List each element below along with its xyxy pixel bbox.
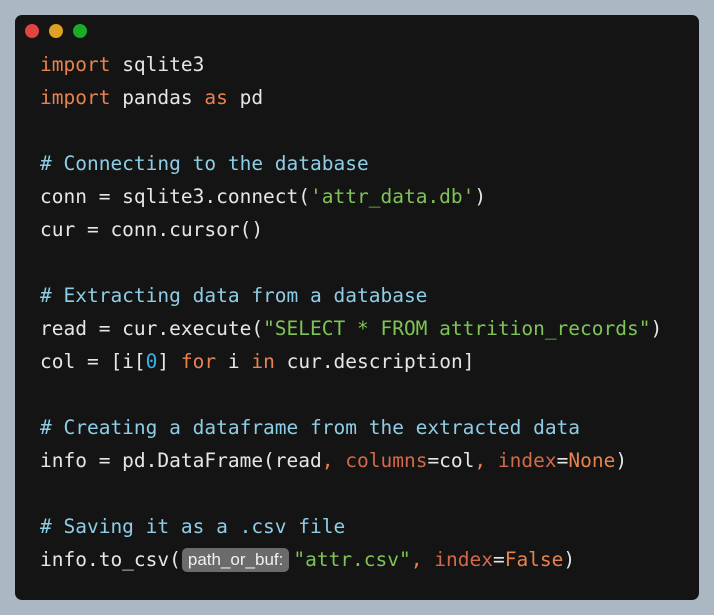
code-line: info.to_csv(path_or_buf: "attr.csv", inde… bbox=[40, 547, 662, 580]
code-token: read = cur.execute( bbox=[40, 317, 264, 340]
code-line: import pandas as pd bbox=[40, 85, 662, 118]
code-token: = bbox=[492, 548, 505, 571]
code-token: columns bbox=[345, 449, 428, 472]
code-token: = bbox=[556, 449, 569, 472]
code-line: import sqlite3 bbox=[40, 52, 662, 85]
code-line: conn = sqlite3.connect('attr_data.db') bbox=[40, 184, 662, 217]
code-token: col = [i[ bbox=[40, 350, 146, 373]
code-line: cur = conn.cursor() bbox=[40, 217, 662, 250]
code-token: cur.description] bbox=[274, 350, 475, 373]
code-token: ) bbox=[615, 449, 628, 472]
code-token: 'attr_data.db' bbox=[310, 185, 475, 208]
code-token: info = pd.DataFrame(read bbox=[40, 449, 322, 472]
code-token: =col bbox=[427, 449, 475, 472]
code-token: # Extracting data from a database bbox=[40, 284, 428, 307]
code-token: pd bbox=[227, 86, 264, 109]
code-token: # Creating a dataframe from the extracte… bbox=[40, 416, 581, 439]
code-line: col = [i[0] for i in cur.description] bbox=[40, 349, 662, 382]
code-token: # Connecting to the database bbox=[40, 152, 369, 175]
code-token: pandas bbox=[110, 86, 205, 109]
code-token: in bbox=[251, 350, 275, 373]
code-token: , bbox=[474, 449, 498, 472]
code-token: index bbox=[497, 449, 557, 472]
code-token: info.to_csv( bbox=[40, 548, 181, 571]
code-token: None bbox=[568, 449, 616, 472]
code-token: ) bbox=[563, 548, 576, 571]
code-token: 0 bbox=[145, 350, 158, 373]
code-token: "SELECT * FROM attrition_records" bbox=[263, 317, 651, 340]
code-line: # Saving it as a .csv file bbox=[40, 514, 662, 547]
code-token: ) bbox=[474, 185, 487, 208]
code-line: # Extracting data from a database bbox=[40, 283, 662, 316]
code-token: , bbox=[410, 548, 435, 571]
code-block: import sqlite3 import pandas as pd # Conn… bbox=[40, 52, 662, 580]
code-token: index bbox=[434, 548, 493, 571]
minimize-dot-icon[interactable] bbox=[49, 24, 63, 38]
code-token: conn = sqlite3.connect( bbox=[40, 185, 311, 208]
code-line: # Connecting to the database bbox=[40, 151, 662, 184]
parameter-hint: path_or_buf: bbox=[181, 548, 290, 572]
code-token: import bbox=[40, 86, 111, 109]
code-line: read = cur.execute("SELECT * FROM attrit… bbox=[40, 316, 662, 349]
code-token: "attr.csv" bbox=[293, 548, 411, 571]
code-token: as bbox=[204, 86, 228, 109]
code-line: # Creating a dataframe from the extracte… bbox=[40, 415, 662, 448]
code-token: import bbox=[40, 53, 111, 76]
code-token: for bbox=[180, 350, 217, 373]
code-token: , bbox=[321, 449, 346, 472]
code-token: ) bbox=[650, 317, 663, 340]
code-token: sqlite3 bbox=[110, 53, 205, 76]
code-token: i bbox=[216, 350, 252, 373]
code-line: info = pd.DataFrame(read, columns=col, i… bbox=[40, 448, 662, 481]
code-token: ] bbox=[157, 350, 181, 373]
close-dot-icon[interactable] bbox=[25, 24, 39, 38]
code-window: import sqlite3 import pandas as pd # Conn… bbox=[15, 15, 699, 600]
code-token: cur = conn.cursor() bbox=[40, 218, 264, 241]
code-token: # Saving it as a .csv file bbox=[40, 515, 346, 538]
maximize-dot-icon[interactable] bbox=[73, 24, 87, 38]
code-token: False bbox=[504, 548, 564, 571]
